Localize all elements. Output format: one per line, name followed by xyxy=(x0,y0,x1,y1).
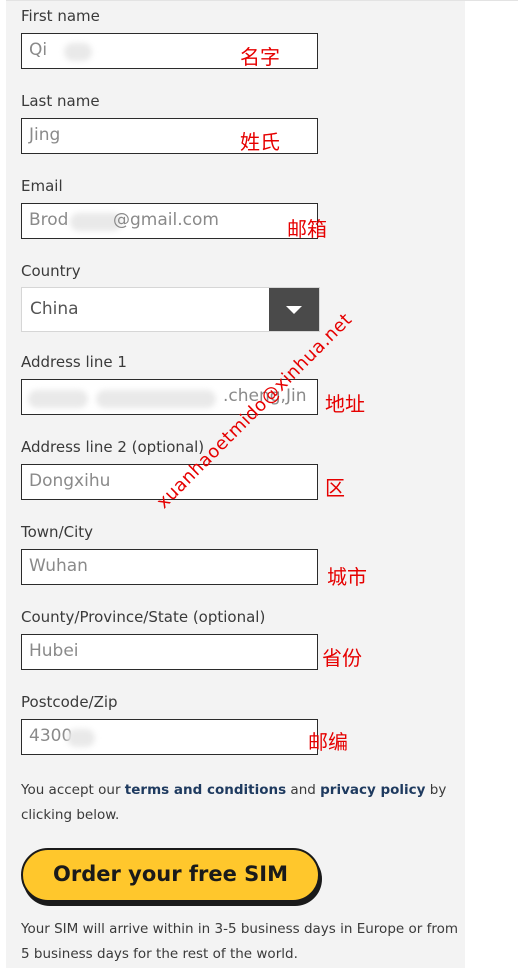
email-label: Email xyxy=(21,177,63,195)
country-select[interactable]: China xyxy=(21,287,320,332)
town-value: Wuhan xyxy=(29,556,88,576)
town-annotation: 城市 xyxy=(327,565,367,589)
email-value-suffix: @gmail.com xyxy=(113,210,219,230)
first-name-value: Qi xyxy=(29,40,48,60)
email-input[interactable]: Brod @gmail.com xyxy=(21,203,318,239)
town-label: Town/City xyxy=(21,523,94,541)
top-divider xyxy=(465,0,518,1)
last-name-annotation: 姓氏 xyxy=(240,130,280,154)
first-name-annotation: 名字 xyxy=(240,45,280,69)
county-input[interactable]: Hubei xyxy=(21,634,318,670)
county-label: County/Province/State (optional) xyxy=(21,608,266,626)
privacy-link[interactable]: privacy policy xyxy=(320,782,425,798)
address1-annotation: 地址 xyxy=(325,392,365,416)
country-label: Country xyxy=(21,262,81,280)
order-sim-button[interactable]: Order your free SIM xyxy=(21,848,320,902)
town-input[interactable]: Wuhan xyxy=(21,549,318,585)
postcode-annotation: 邮编 xyxy=(308,730,348,754)
shipping-note: Your SIM will arrive within in 3-5 busin… xyxy=(21,921,459,962)
county-annotation: 省份 xyxy=(322,646,362,670)
county-value: Hubei xyxy=(29,641,79,661)
last-name-label: Last name xyxy=(21,92,100,110)
terms-prefix: You accept our xyxy=(21,782,125,798)
country-value: China xyxy=(30,299,79,319)
postcode-input[interactable]: 4300 xyxy=(21,719,318,755)
terms-middle: and xyxy=(286,782,321,798)
redaction-blur xyxy=(67,729,95,747)
chevron-down-icon xyxy=(286,306,302,314)
dropdown-button[interactable] xyxy=(269,288,319,331)
redaction-blur xyxy=(28,390,88,408)
address2-value: Dongxihu xyxy=(29,471,111,491)
address1-label: Address line 1 xyxy=(21,353,127,371)
terms-text: You accept our terms and conditions and … xyxy=(21,778,461,828)
terms-link[interactable]: terms and conditions xyxy=(125,782,286,798)
postcode-label: Postcode/Zip xyxy=(21,693,118,711)
last-name-value: Jing xyxy=(29,125,61,145)
postcode-value: 4300 xyxy=(29,726,73,746)
email-value-prefix: Brod xyxy=(29,210,69,230)
redaction-blur xyxy=(64,43,92,61)
email-annotation: 邮箱 xyxy=(287,217,327,241)
address2-label: Address line 2 (optional) xyxy=(21,438,205,456)
redaction-blur xyxy=(96,390,216,408)
first-name-label: First name xyxy=(21,7,100,25)
address2-annotation: 区 xyxy=(325,476,345,500)
